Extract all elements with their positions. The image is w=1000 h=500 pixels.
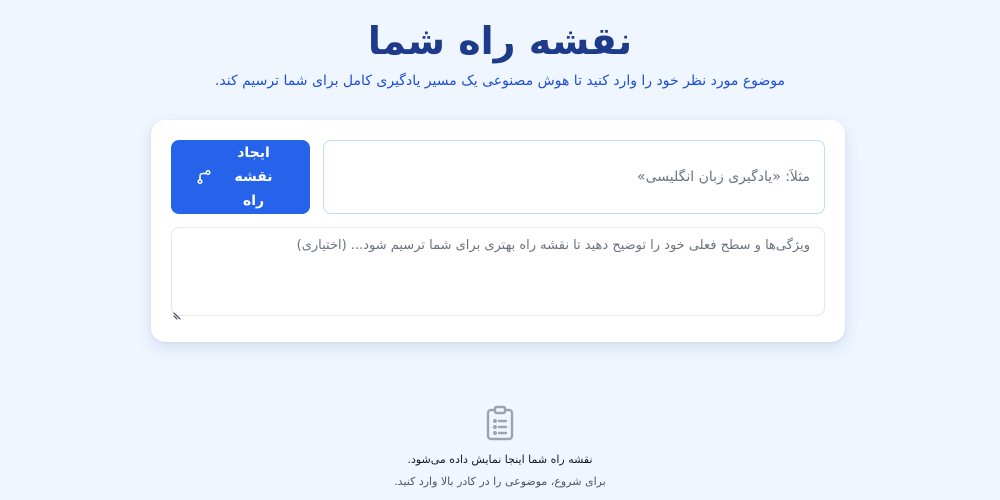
page-title: نقشه راه شما <box>367 19 633 63</box>
clipboard-list-icon <box>485 405 515 441</box>
roadmap-form-card: ایجاد نقشه راه <box>151 120 845 342</box>
create-roadmap-button[interactable]: ایجاد نقشه راه <box>171 140 310 214</box>
empty-state-title: نقشه راه شما اینجا نمایش داده می‌شود. <box>407 453 593 466</box>
topic-input[interactable] <box>323 140 825 214</box>
page: نقشه راه شما موضوع مورد نظر خود را وارد … <box>0 0 1000 500</box>
empty-state-subtitle: برای شروع، موضوعی را در کادر بالا وارد ک… <box>394 475 606 488</box>
details-textarea[interactable] <box>171 227 825 316</box>
route-icon <box>196 169 212 185</box>
create-roadmap-label: ایجاد نقشه راه <box>234 145 273 209</box>
resize-handle-icon[interactable] <box>173 305 183 320</box>
empty-state: نقشه راه شما اینجا نمایش داده می‌شود. بر… <box>0 405 1000 491</box>
page-subtitle: موضوع مورد نظر خود را وارد کنید تا هوش م… <box>214 73 786 89</box>
